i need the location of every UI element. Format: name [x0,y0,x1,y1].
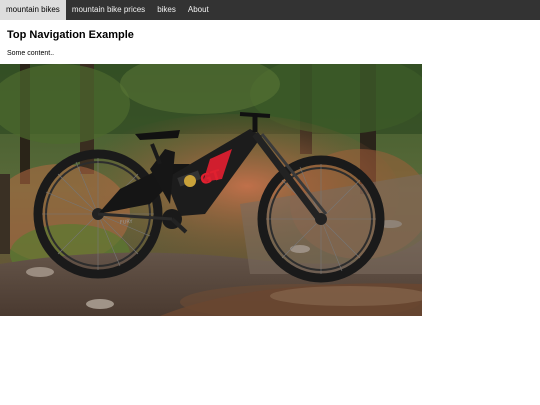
top-navigation: mountain bikes mountain bike prices bike… [0,0,540,20]
mountain-bike-photo: GT FURY [0,64,422,316]
main-content: Top Navigation Example Some content.. [0,28,540,59]
bike-image: GT FURY [0,64,422,316]
content-text: Some content.. [7,50,55,57]
nav-link-bikes[interactable]: bikes [151,0,182,20]
nav-link-mountain-bike-prices[interactable]: mountain bike prices [66,0,151,20]
svg-text:FURY: FURY [120,219,134,226]
page-title: Top Navigation Example [7,29,134,41]
nav-link-mountain-bikes[interactable]: mountain bikes [0,0,66,20]
nav-link-about[interactable]: About [182,0,215,20]
